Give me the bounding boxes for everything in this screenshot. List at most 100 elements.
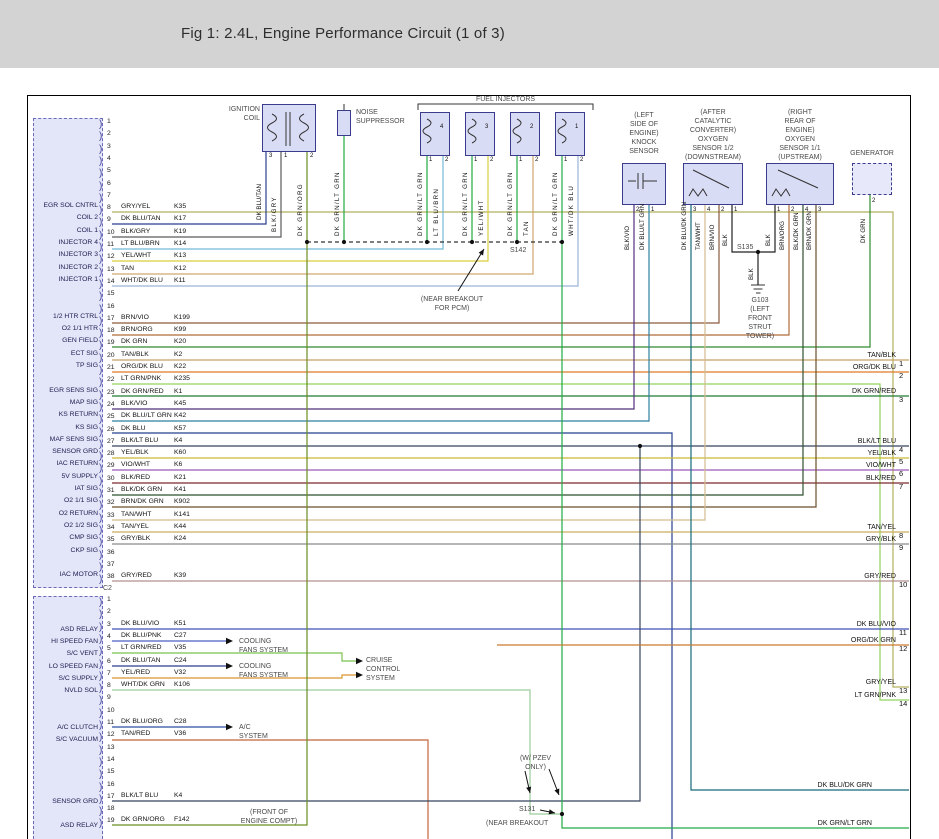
wire xyxy=(112,205,705,520)
pcm-wire-code: K19 xyxy=(174,228,186,235)
pcm-pin-bracket: ) xyxy=(99,745,102,756)
pcm-signal-label: 1/2 HTR CTRL xyxy=(34,313,98,321)
component-pin-number: 4 xyxy=(707,207,710,213)
pcm-pin-bracket: ) xyxy=(99,550,102,561)
splice-dot xyxy=(515,240,519,244)
exit-wire-label: ORG/DK BLU xyxy=(806,363,896,372)
component-pin-number: 3 xyxy=(269,153,272,159)
pcm-wire-code: K57 xyxy=(174,425,186,432)
pcm-wire-code: K14 xyxy=(174,240,186,247)
pcm-signal-label: LO SPEED FAN xyxy=(34,663,98,671)
pcm-pin-bracket: ) xyxy=(99,267,102,278)
pcm-pin-number: 4 xyxy=(107,633,111,640)
pcm-pin-bracket: ) xyxy=(99,254,102,265)
pcm-pin-bracket: ) xyxy=(99,279,102,290)
component-pin-number: 2 xyxy=(535,157,538,163)
pcm-signal-label: O2 1/1 HTR xyxy=(34,325,98,333)
pcm-pin-number: 9 xyxy=(107,216,111,223)
component-pin-number: 1 xyxy=(429,157,432,163)
injector-coil-icon xyxy=(513,119,521,143)
pcm-pin-number: 24 xyxy=(107,401,115,408)
wire xyxy=(112,152,266,224)
wire xyxy=(691,205,909,790)
pcm-pin-bracket: ) xyxy=(99,451,102,462)
pcm-pin-bracket: ) xyxy=(99,488,102,499)
pcm-pin-number: 4 xyxy=(107,155,111,162)
pcm-pin-number: 1 xyxy=(107,118,111,125)
pcm-wire-code: V36 xyxy=(174,730,186,737)
component-pin-number: 1 xyxy=(777,207,780,213)
pcm-wire-code: K2 xyxy=(174,351,182,358)
component-wire-label: BLK/VIO xyxy=(624,208,631,250)
pcm-signal-label: COIL 1 xyxy=(34,227,98,235)
component-pin-number: 3 xyxy=(818,207,821,213)
pcm-signal-label: S/C SUPPLY xyxy=(34,675,98,683)
pcm-pin-number: 5 xyxy=(107,645,111,652)
pcm-pin-number: 10 xyxy=(107,707,115,714)
cooling-fans-2-label: COOLING FANS SYSTEM xyxy=(239,662,299,680)
pcm-pin-number: 10 xyxy=(107,229,115,236)
wire xyxy=(112,446,640,801)
pcm-pin-number: 14 xyxy=(107,756,115,763)
cooling-fans-1-label: COOLING FANS SYSTEM xyxy=(239,637,299,655)
pcm-signal-label: NVLD SOL xyxy=(34,687,98,695)
pcm-signal-label: KS RETURN xyxy=(34,411,98,419)
pcm-pin-number: 18 xyxy=(107,805,115,812)
exit-circuit-number: 2 xyxy=(899,371,903,380)
pcm-wire-label: YEL/RED xyxy=(121,669,150,676)
splice-dot xyxy=(342,240,346,244)
pzev-only-label: (W/ PZEV ONLY) xyxy=(508,754,563,772)
pcm-pin-bracket: ) xyxy=(99,562,102,573)
pcm-signal-label: INJECTOR 4 xyxy=(34,239,98,247)
exit-wire-label: ORG/DK GRN xyxy=(806,636,896,645)
pcm-signal-label: INJECTOR 1 xyxy=(34,276,98,284)
pcm-signal-label: EGR SOL CNTRL xyxy=(34,202,98,210)
pcm-wire-code: K11 xyxy=(174,277,186,284)
pcm-pin-number: 2 xyxy=(107,608,111,615)
component-wire-label: DK GRN xyxy=(860,203,867,243)
exit-circuit-number: 1 xyxy=(899,359,903,368)
near-breakout-pcm-label: (NEAR BREAKOUT FOR PCM) xyxy=(413,295,491,313)
pcm-wire-code: V32 xyxy=(174,669,186,676)
pcm-pin-number: 21 xyxy=(107,364,115,371)
fuel-injectors-bracket xyxy=(418,104,593,110)
pcm-pin-number: 7 xyxy=(107,670,111,677)
component-wire-label: BLK xyxy=(748,258,755,280)
splice-dot xyxy=(560,240,564,244)
system-arrow xyxy=(226,638,233,644)
pcm-wire-code: C24 xyxy=(174,657,186,664)
component-wire-label: DK BLU/DK GRN xyxy=(681,205,688,250)
pcm-pin-number: 28 xyxy=(107,450,115,457)
ignition-coil-core-icon xyxy=(300,114,309,141)
pcm-pin-bracket: ) xyxy=(99,365,102,376)
exit-wire-label: BLK/LT BLU xyxy=(806,437,896,446)
pcm-pin-bracket: ) xyxy=(99,500,102,511)
pcm-wire-code: K60 xyxy=(174,449,186,456)
pcm-pin-number: 26 xyxy=(107,426,115,433)
pcm-pin-number: 37 xyxy=(107,561,115,568)
pcm-pin-number: 36 xyxy=(107,549,115,556)
pcm-pin-bracket: ) xyxy=(99,291,102,302)
pcm-pin-bracket: ) xyxy=(99,119,102,130)
pcm-pin-number: 8 xyxy=(107,204,111,211)
pcm-signal-label: S/C VENT xyxy=(34,650,98,658)
ignition-coil-winding-icon xyxy=(268,114,277,141)
pcm-signal-label: IAT SIG xyxy=(34,485,98,493)
component-pin-number: 2 xyxy=(791,207,794,213)
pcm-pin-number: 8 xyxy=(107,682,111,689)
component-pin-number: 2 xyxy=(310,153,313,159)
component-pin-number: 1 xyxy=(519,157,522,163)
component-pin-number: 3 xyxy=(693,207,696,213)
pcm-wire-code: K35 xyxy=(174,203,186,210)
exit-circuit-number: 7 xyxy=(899,482,903,491)
pcm-signal-label: ASD RELAY xyxy=(34,822,98,830)
pcm-signal-label: IAC RETURN xyxy=(34,460,98,468)
pcm-wire-code: K39 xyxy=(174,572,186,579)
component-pin-number: 1 xyxy=(284,153,287,159)
wire xyxy=(112,433,672,839)
exit-circuit-number: 4 xyxy=(899,445,903,454)
pcm-wire-label: BLK/VIO xyxy=(121,400,147,407)
pcm-pin-number: 30 xyxy=(107,475,115,482)
pcm-pin-bracket: ) xyxy=(99,634,102,645)
pcm-pin-bracket: ) xyxy=(99,732,102,743)
